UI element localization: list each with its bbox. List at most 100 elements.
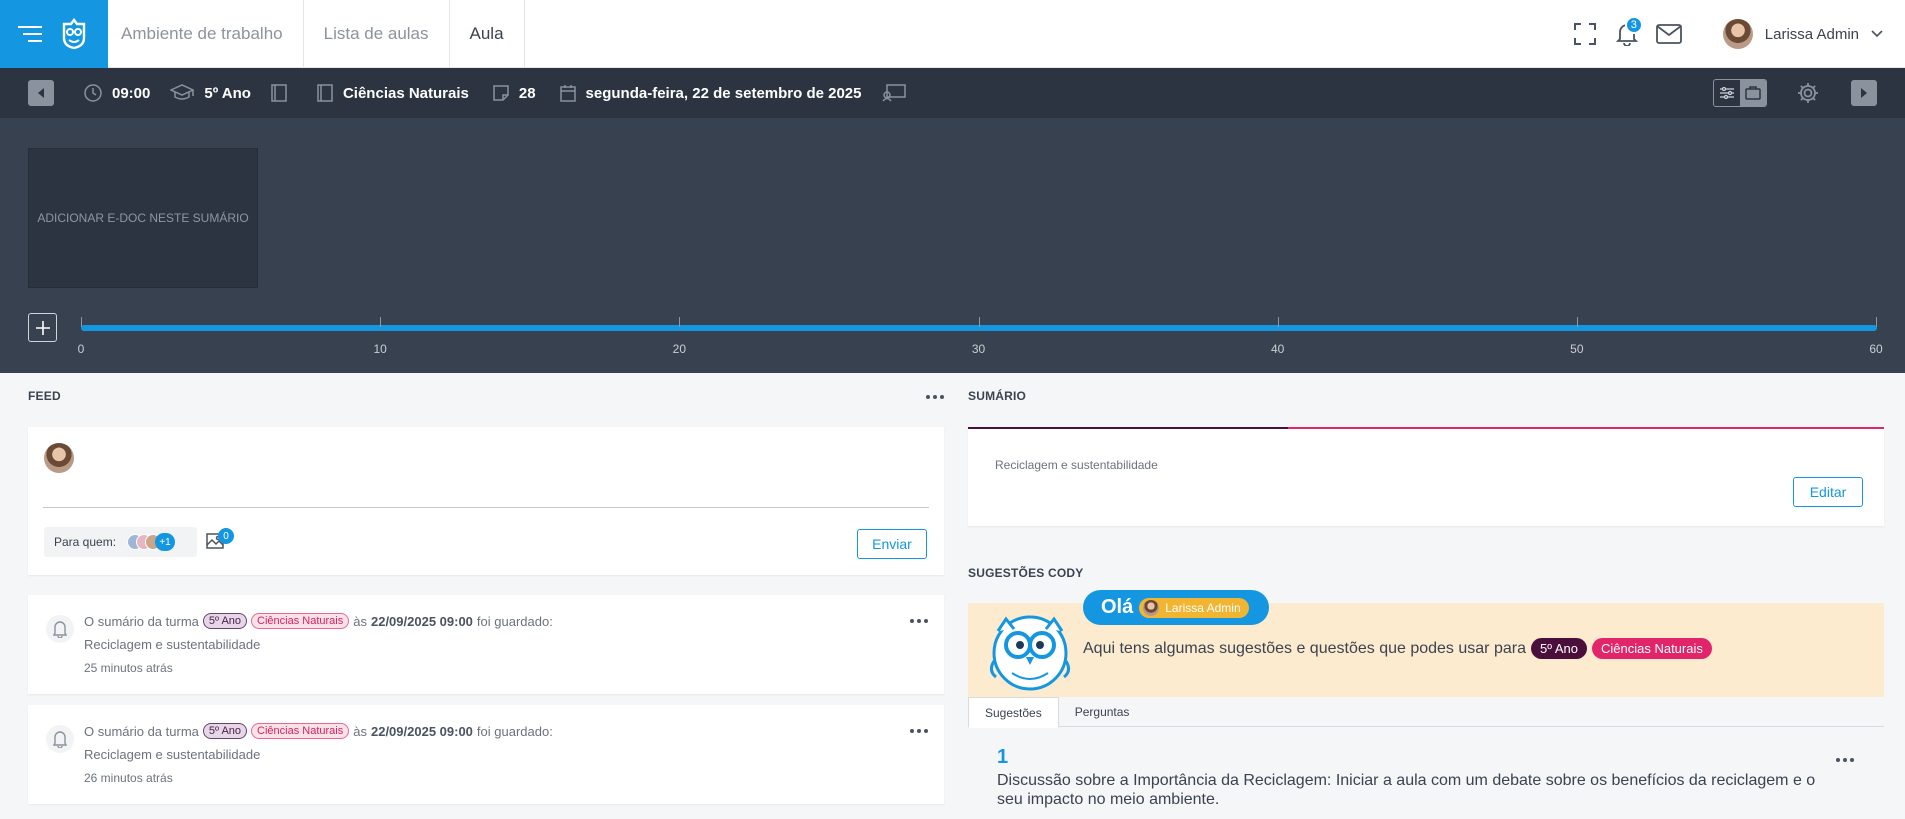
post-content: Reciclagem e sustentabilidade [84, 747, 261, 762]
class-tag: 5º Ano [202, 613, 248, 629]
post-time-ago: 25 minutos atrás [84, 661, 173, 675]
nav-tab-lesson[interactable]: Aula [450, 0, 525, 67]
book-icon[interactable] [271, 84, 287, 102]
feed-composer: Para quem: +1 0 Enviar [28, 427, 944, 575]
cody-logo-icon[interactable] [60, 18, 88, 50]
notebook-icon [317, 84, 333, 102]
lesson-subject: Ciências Naturais [317, 84, 469, 102]
feed-post: O sumário da turma 5º Ano Ciências Naturai… [28, 595, 944, 694]
presentation-icon[interactable] [881, 84, 906, 102]
timeline-tick-label: 30 [971, 342, 986, 356]
cody-intro-text: Aqui tens algumas sugestões e questões q… [1083, 639, 1526, 657]
user-name: Larissa Admin [1764, 25, 1859, 43]
suggestion-more-icon[interactable] [1836, 758, 1854, 762]
notifications-button[interactable]: 3 [1607, 14, 1647, 54]
recipients-selector[interactable]: Para quem: +1 [44, 527, 197, 557]
send-button[interactable]: Enviar [857, 529, 927, 559]
timeline-tick-label: 40 [1270, 342, 1285, 356]
top-navigation: Ambiente de trabalho Lista de aulas Aula… [0, 0, 1905, 68]
lesson-toolbar: 09:00 5º Ano Ciências Naturais 28 segund… [0, 68, 1905, 118]
fullscreen-icon[interactable] [1565, 14, 1605, 54]
lesson-stage: ADICIONAR E-DOC NESTE SUMÁRIO 0 10 20 30 40 5… [0, 118, 1905, 373]
cody-intro: Aqui tens algumas sugestões e questões q… [1083, 638, 1712, 659]
lesson-number: 28 [493, 85, 536, 102]
previous-lesson-button[interactable] [28, 80, 54, 106]
feed-title: FEED [28, 389, 61, 403]
cody-tabs: Sugestões Perguntas [968, 697, 1884, 728]
timeline-tick [679, 317, 681, 327]
view-toggle[interactable] [1713, 79, 1767, 107]
class-tag: 5º Ano [1530, 638, 1587, 659]
next-lesson-button[interactable] [1851, 80, 1877, 106]
post-prefix: O sumário da turma [84, 723, 199, 739]
timeline-tick [1277, 317, 1279, 327]
post-header: O sumário da turma 5º Ano Ciências Naturai… [84, 613, 553, 629]
timeline-tick-label: 0 [77, 342, 85, 356]
post-prefix: O sumário da turma [84, 613, 199, 629]
lesson-time: 09:00 [84, 84, 150, 102]
filter-icon[interactable] [1714, 80, 1740, 106]
briefcase-icon[interactable] [1740, 80, 1766, 106]
add-edoc-label: ADICIONAR E-DOC NESTE SUMÁRIO [37, 211, 249, 225]
owl-icon [988, 611, 1072, 691]
nav-tab-lesson-list[interactable]: Lista de aulas [304, 0, 450, 67]
summary-title: SUMÁRIO [968, 389, 1027, 403]
cody-title: SUGESTÕES CODY [968, 566, 1084, 580]
edit-button[interactable]: Editar [1793, 477, 1863, 507]
lesson-class: 5º Ano [170, 84, 251, 102]
post-at: às [353, 613, 367, 629]
post-datetime: 22/09/2025 09:00 [370, 723, 473, 739]
nav-tab-workspace[interactable]: Ambiente de trabalho [108, 0, 304, 67]
composer-input[interactable] [43, 507, 929, 508]
post-suffix: foi guardado: [476, 723, 553, 739]
timeline-tick-label: 20 [672, 342, 687, 356]
graduation-cap-icon [170, 84, 195, 102]
user-menu[interactable]: Larissa Admin [1722, 19, 1883, 49]
post-more-icon[interactable] [910, 619, 928, 623]
attachments-badge: 0 [218, 528, 234, 544]
post-time-ago: 26 minutos atrás [84, 771, 173, 785]
gear-icon[interactable] [1797, 82, 1819, 104]
nav-tab-label: Lista de aulas [323, 23, 429, 43]
calendar-icon [559, 84, 576, 102]
mail-icon[interactable] [1649, 14, 1689, 54]
top-right-actions: 3 Larissa Admin [1563, 0, 1905, 68]
suggestion-number: 1 [997, 746, 1009, 768]
cody-greeting: Olá Larissa Admin [1083, 590, 1269, 625]
recipients-avatars: +1 [127, 533, 176, 551]
summary-accent-bar [968, 427, 1288, 429]
summary-text: Reciclagem e sustentabilidade [995, 458, 1158, 472]
avatar [1143, 599, 1160, 616]
class-tag: 5º Ano [202, 723, 248, 739]
chevron-down-icon [1871, 30, 1883, 38]
timeline-tick [81, 317, 82, 327]
bell-icon [46, 615, 74, 643]
subject-tag: Ciências Naturais [251, 723, 350, 739]
feed-more-icon[interactable] [926, 395, 944, 399]
timeline-tick [978, 317, 980, 327]
lesson-date: segunda-feira, 22 de setembro de 2025 [559, 84, 862, 102]
notification-badge: 3 [1624, 16, 1643, 34]
suggestion-text: Discussão sobre a Importância da Recicla… [997, 772, 1816, 808]
post-more-icon[interactable] [910, 729, 928, 733]
timeline-tick [1576, 317, 1578, 327]
lesson-date-value: segunda-feira, 22 de setembro de 2025 [585, 84, 862, 102]
tab-questions[interactable]: Perguntas [1059, 697, 1146, 726]
subject-tag: Ciências Naturais [1591, 638, 1712, 659]
nav-tab-label: Ambiente de trabalho [121, 23, 283, 43]
greeting-user-name: Larissa Admin [1165, 600, 1241, 615]
add-edoc-dropzone[interactable]: ADICIONAR E-DOC NESTE SUMÁRIO [28, 148, 258, 288]
toolbar-right [1713, 79, 1905, 107]
tab-suggestions[interactable]: Sugestões [968, 697, 1059, 728]
clock-icon [84, 84, 102, 102]
add-timeline-button[interactable] [28, 313, 57, 342]
post-at: às [353, 723, 367, 739]
post-datetime: 22/09/2025 09:00 [370, 613, 473, 629]
feed-post: O sumário da turma 5º Ano Ciências Naturai… [28, 705, 944, 804]
menu-icon[interactable] [18, 25, 42, 43]
plus-icon [35, 320, 50, 335]
timeline-tick-label: 60 [1869, 342, 1883, 356]
lesson-class-value: 5º Ano [204, 84, 251, 102]
greeting-text: Olá [1101, 596, 1134, 618]
timeline-tick-label: 50 [1570, 342, 1584, 356]
